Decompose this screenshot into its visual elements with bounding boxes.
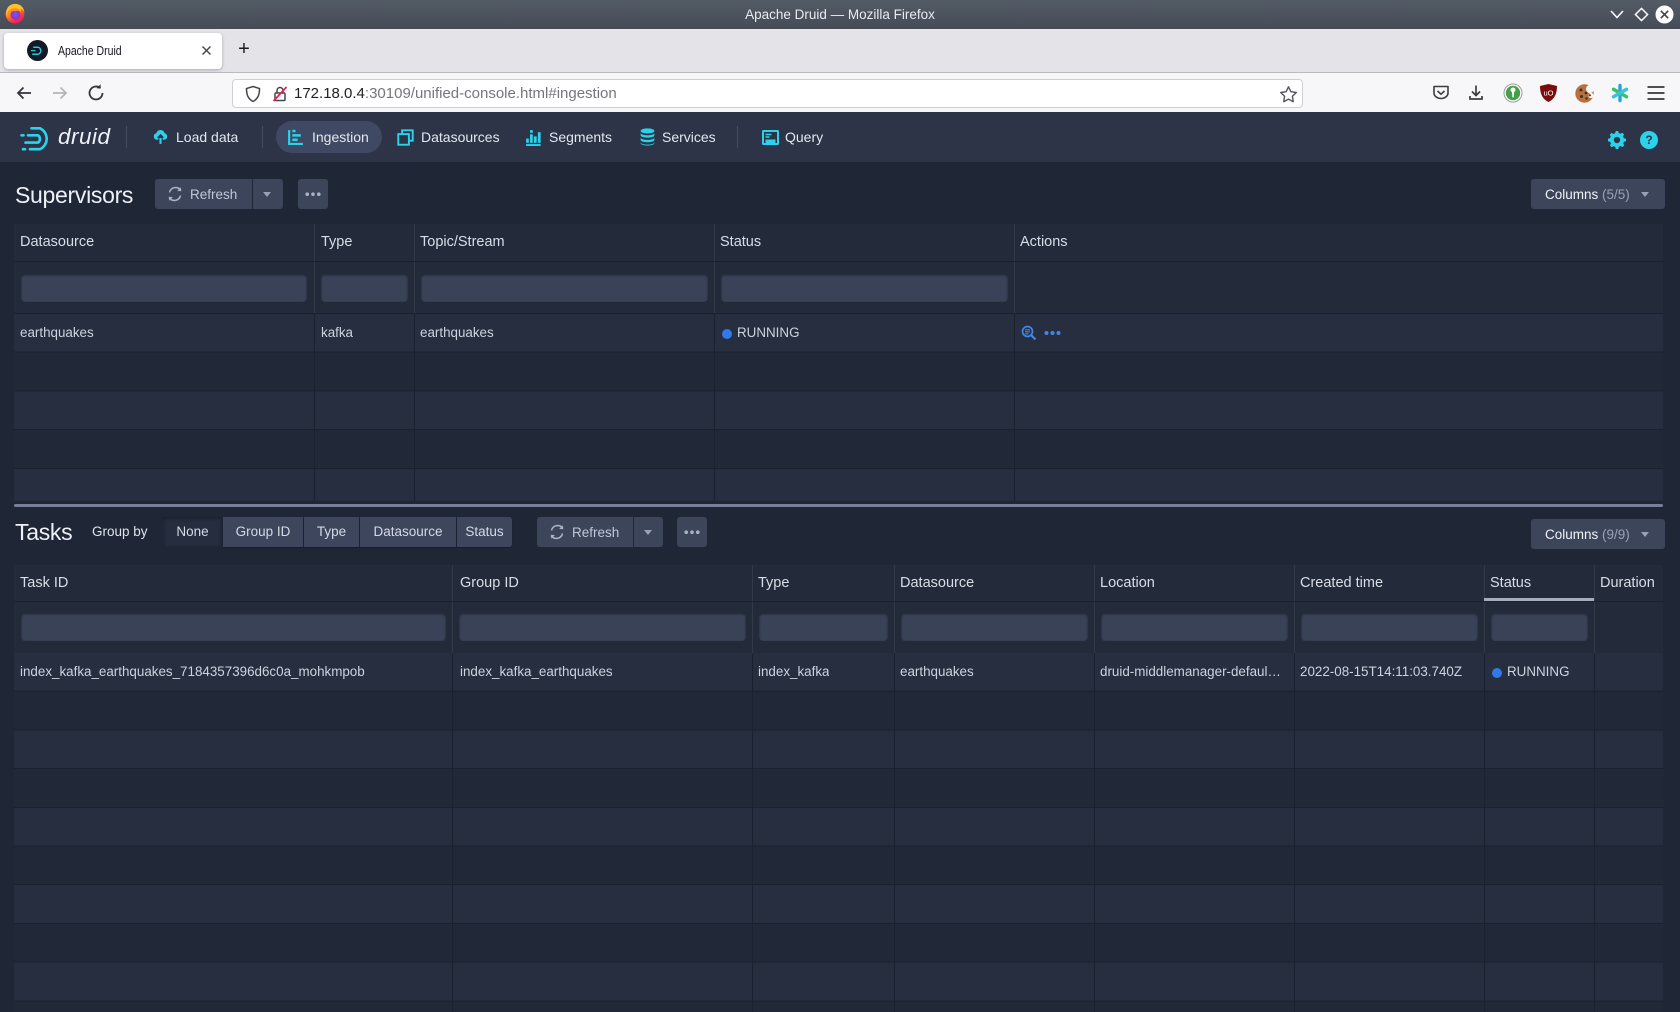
svg-text:uO: uO [1543, 89, 1553, 98]
svg-text:?: ? [1645, 133, 1652, 147]
